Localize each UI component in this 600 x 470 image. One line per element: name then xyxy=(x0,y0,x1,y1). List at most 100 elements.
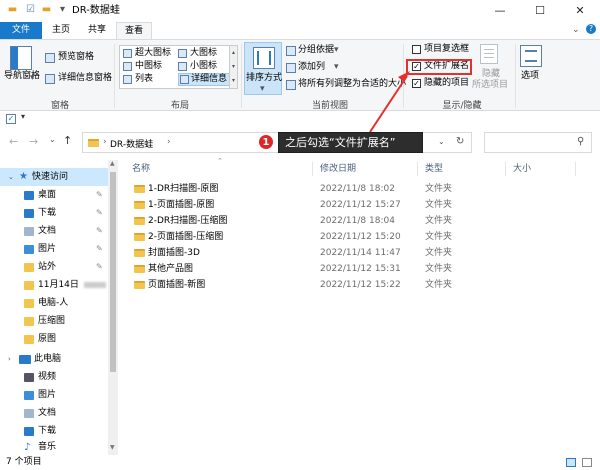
nav-pc-documents[interactable]: 文档 xyxy=(0,404,118,422)
properties-icon[interactable]: ☑ xyxy=(24,4,37,16)
nav-item-nov14[interactable]: 11月14日 xyxy=(0,276,118,294)
item-count: 7 个项目 xyxy=(6,457,42,467)
details-pane-icon xyxy=(45,74,55,84)
status-bar: 7 个项目 xyxy=(0,455,600,470)
nav-item-computer-person[interactable]: 电脑-人 xyxy=(0,294,118,312)
address-path[interactable]: DR-数据蛙 xyxy=(110,137,153,150)
help-icon[interactable]: ? xyxy=(586,24,596,34)
title-bar: ▬ ☑ ▬ ▾ DR-数据蛙 — ☐ ✕ xyxy=(0,0,600,22)
tab-file[interactable]: 文件 xyxy=(0,22,42,39)
nav-item-compressed[interactable]: 压缩图 xyxy=(0,312,118,330)
nav-quick-access[interactable]: ⌄ ★ 快速访问 xyxy=(0,168,118,186)
item-checkboxes-checkbox[interactable] xyxy=(412,45,421,54)
column-header-name[interactable]: 名称 xyxy=(132,160,150,178)
folder-icon xyxy=(134,185,145,193)
tab-share[interactable]: 共享 xyxy=(80,22,114,39)
details-pane-button[interactable]: 详细信息窗格 xyxy=(58,73,112,84)
options-icon xyxy=(520,45,542,67)
up-icon[interactable]: ↑ xyxy=(63,134,72,147)
quick-access-toolbar: ✓ ▾ xyxy=(0,111,600,129)
layout-small-icons[interactable]: 小图标 xyxy=(178,61,217,72)
nav-item-desktop[interactable]: 桌面 ✎ xyxy=(0,186,118,204)
music-icon: ♪ xyxy=(24,442,31,453)
address-dropdown-icon[interactable]: ⌄ xyxy=(438,137,445,146)
new-folder-icon[interactable]: ▬ xyxy=(40,4,53,16)
nav-pc-music[interactable]: ♪ 音乐 xyxy=(0,438,118,456)
collapse-ribbon-icon[interactable]: ⌄ xyxy=(572,25,580,35)
layout-large-icons[interactable]: 大图标 xyxy=(178,48,217,59)
hide-selected-line1[interactable]: 隐藏 xyxy=(482,69,500,80)
options-button[interactable]: 选项 xyxy=(521,71,539,82)
group-by-button[interactable]: 分组依据 xyxy=(298,45,334,56)
nav-item-original[interactable]: 原图 xyxy=(0,330,118,348)
item-checkboxes-label[interactable]: 项目复选框 xyxy=(424,44,469,55)
computer-icon xyxy=(19,355,31,364)
folder-icon xyxy=(24,317,34,326)
nav-pane-icon[interactable] xyxy=(10,46,32,70)
nav-item-pictures[interactable]: 图片 ✎ xyxy=(0,240,118,258)
layout-list[interactable]: 列表 xyxy=(123,74,153,85)
column-header-date[interactable]: 修改日期 xyxy=(320,160,356,178)
file-row[interactable]: 2-DR扫描图-压缩图 2022/11/8 18:04 文件夹 xyxy=(128,213,588,229)
tab-home[interactable]: 主页 xyxy=(44,22,78,39)
nav-this-pc[interactable]: › 此电脑 xyxy=(0,350,118,368)
column-header-size[interactable]: 大小 xyxy=(513,160,531,178)
file-row[interactable]: 2-页面插图-压缩图 2022/11/12 15:20 文件夹 xyxy=(128,229,588,245)
pin-icon: ✎ xyxy=(96,262,103,271)
preview-pane-button[interactable]: 预览窗格 xyxy=(58,52,94,63)
group-by-icon xyxy=(286,46,296,56)
nav-pc-pictures[interactable]: 图片 xyxy=(0,386,118,404)
hidden-items-checkbox[interactable]: ✓ xyxy=(412,79,421,88)
nav-item-downloads[interactable]: 下载 ✎ xyxy=(0,204,118,222)
sort-icon xyxy=(253,47,275,69)
refresh-icon[interactable]: ↻ xyxy=(456,136,464,147)
nav-pc-videos[interactable]: 视频 xyxy=(0,368,118,386)
file-row[interactable]: 1-页面插图-原图 2022/11/12 15:27 文件夹 xyxy=(128,197,588,213)
explorer-window: ▬ ☑ ▬ ▾ DR-数据蛙 — ☐ ✕ 文件 主页 共享 查看 ⌄ ? 导航窗… xyxy=(0,0,600,470)
details-view-icon[interactable] xyxy=(566,458,576,467)
minimize-button[interactable]: — xyxy=(480,0,520,22)
hide-selected-line2[interactable]: 所选项目 xyxy=(472,80,508,91)
search-input[interactable]: ⚲ xyxy=(484,132,592,153)
select-icon[interactable]: ✓ xyxy=(6,114,16,124)
preview-pane-icon xyxy=(45,53,55,63)
file-row[interactable]: 其他产品图 2022/11/12 15:31 文件夹 xyxy=(128,261,588,277)
large-icons-view-icon[interactable] xyxy=(582,458,592,467)
tab-view[interactable]: 查看 xyxy=(116,22,152,39)
file-list: ⌃ 名称 修改日期 类型 大小 1-DR扫描图-原图 2022/11/8 18:0… xyxy=(120,157,590,455)
close-button[interactable]: ✕ xyxy=(560,0,600,22)
video-icon xyxy=(24,373,34,382)
document-icon xyxy=(24,227,34,236)
customize-qat-icon[interactable]: ▾ xyxy=(56,4,69,16)
layout-details[interactable]: 详细信息 xyxy=(178,73,231,86)
file-row[interactable]: 页面插图-新图 2022/11/12 15:22 文件夹 xyxy=(128,277,588,293)
folder-icon xyxy=(134,233,145,241)
sort-by-button[interactable]: 排序方式 ▾ xyxy=(244,42,282,95)
nav-scrollbar[interactable]: ▲ ▼ xyxy=(108,160,118,455)
layout-medium-icons[interactable]: 中图标 xyxy=(123,61,162,72)
qat-dropdown-icon[interactable]: ▾ xyxy=(21,112,25,121)
add-column-button[interactable]: 添加列 xyxy=(298,62,325,73)
layout-extra-large-icons[interactable]: 超大图标 xyxy=(123,48,171,59)
recent-locations-icon[interactable]: ⌄ xyxy=(49,135,56,144)
column-header-type[interactable]: 类型 xyxy=(425,160,443,178)
sort-arrow-icon: ⌃ xyxy=(217,157,223,165)
file-row[interactable]: 封面插图-3D 2022/11/14 11:47 文件夹 xyxy=(128,245,588,261)
folder-icon xyxy=(134,217,145,225)
fit-columns-button[interactable]: 将所有列调整为合适的大小 xyxy=(298,79,406,90)
highlight-box xyxy=(406,59,472,75)
maximize-button[interactable]: ☐ xyxy=(520,0,560,22)
navigation-pane: ⌄ ★ 快速访问 桌面 ✎ 下载 ✎ 文档 ✎ 图片 ✎ 站外 ✎ 11月14日 电脑-人… xyxy=(0,160,118,455)
hide-selected-icon xyxy=(480,44,498,64)
hidden-items-label[interactable]: 隐藏的项目 xyxy=(424,78,469,89)
annotation-callout: 之后勾选“文件扩展名” xyxy=(278,132,423,153)
layout-scroll[interactable]: ▴ ▾ ▾ xyxy=(229,45,238,89)
back-icon[interactable]: ← xyxy=(9,135,18,148)
nav-item-documents[interactable]: 文档 ✎ xyxy=(0,222,118,240)
folder-icon xyxy=(24,263,34,272)
file-row[interactable]: 1-DR扫描图-原图 2022/11/8 18:02 文件夹 xyxy=(128,181,588,197)
document-icon xyxy=(24,409,34,418)
nav-item-zhanwai[interactable]: 站外 ✎ xyxy=(0,258,118,276)
forward-icon[interactable]: → xyxy=(29,135,38,148)
panes-group-label: 窗格 xyxy=(50,101,69,111)
